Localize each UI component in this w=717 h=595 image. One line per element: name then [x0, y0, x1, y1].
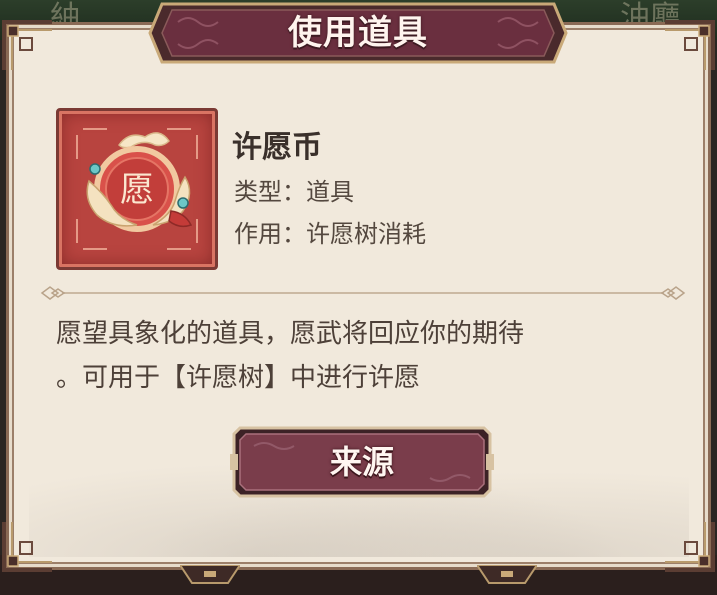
- item-description: 愿望具象化的道具，愿武将回应你的期待 。可用于【许愿树】中进行许愿: [56, 312, 692, 400]
- dialog-title: 使用道具: [288, 13, 428, 53]
- item-icon-frame: 愿: [56, 108, 218, 270]
- corner-ornament-bottom-right: [665, 522, 715, 572]
- wish-coin-icon: 愿: [76, 128, 198, 250]
- description-line-2: 。可用于【许愿树】中进行许愿: [56, 363, 421, 393]
- item-usage: 作用：许愿树消耗: [234, 220, 426, 248]
- source-button[interactable]: 来源: [230, 424, 494, 500]
- bottom-tab-ornament-left: [180, 565, 240, 584]
- section-divider: [40, 286, 686, 300]
- corner-ornament-bottom-left: [2, 522, 52, 572]
- description-line-1: 愿望具象化的道具，愿武将回应你的期待: [56, 319, 525, 349]
- item-name: 许愿币: [232, 130, 322, 165]
- item-type: 类型：道具: [234, 178, 354, 206]
- corner-ornament-top-right: [665, 20, 715, 70]
- corner-ornament-top-left: [2, 20, 52, 70]
- title-bar: 使用道具: [148, 0, 568, 66]
- bottom-tab-ornament-right: [477, 565, 537, 584]
- source-button-label[interactable]: 来源: [230, 424, 494, 500]
- wish-coin-character: 愿: [120, 170, 154, 210]
